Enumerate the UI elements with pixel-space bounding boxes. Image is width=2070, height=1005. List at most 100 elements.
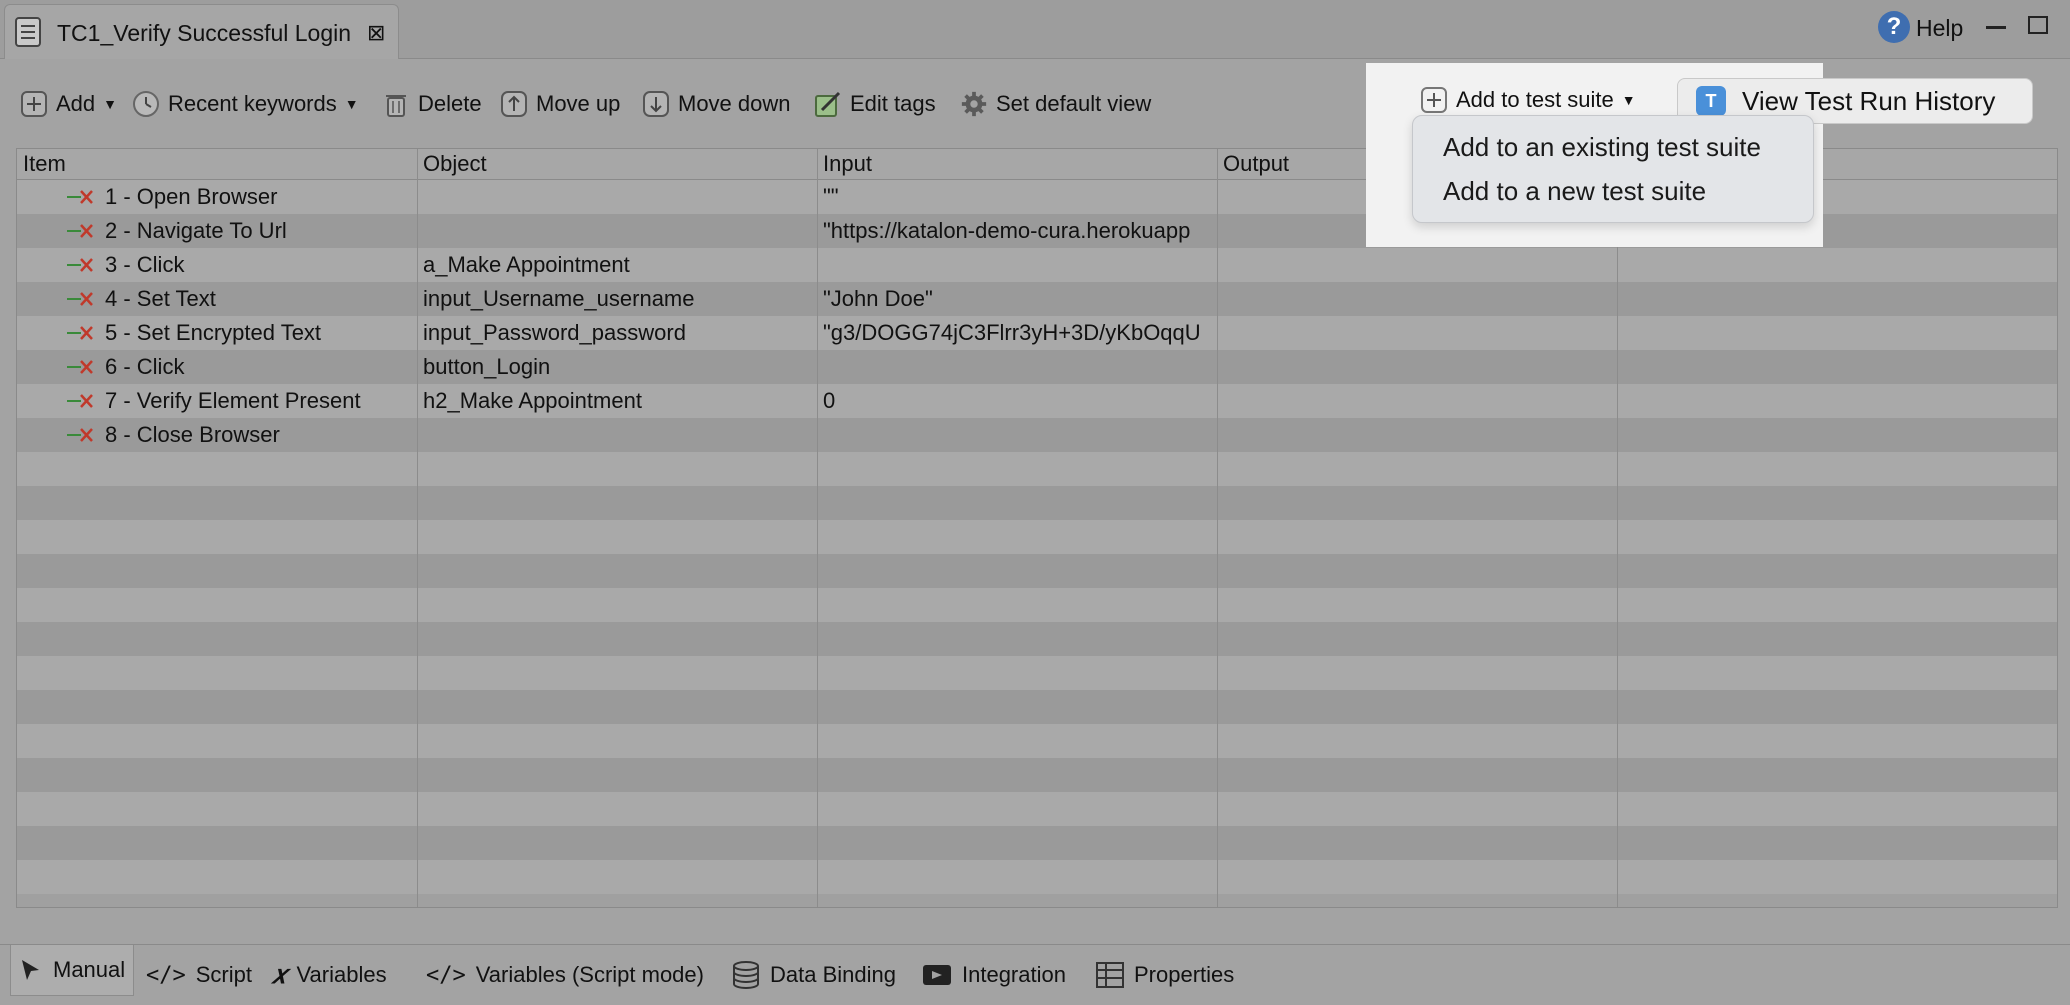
chevron-down-icon[interactable]: ▼ (1622, 92, 1636, 108)
test-case-icon (15, 17, 41, 47)
cell-item[interactable]: 2 - Navigate To Url (105, 218, 405, 244)
tab-variables-label: Variables (296, 962, 387, 987)
move-down-button[interactable]: Move down (642, 86, 791, 122)
set-default-view-button[interactable]: Set default view (960, 86, 1151, 122)
tab-title: TC1_Verify Successful Login (57, 20, 352, 46)
tab-variables[interactable]: 𝑥 Variables (272, 955, 387, 995)
help-button[interactable]: ? Help (1878, 11, 2038, 47)
empty-table-row (17, 622, 2057, 656)
tab-data-binding[interactable]: Data Binding (732, 955, 896, 995)
tab-bar: TC1_Verify Successful Login ⊠ ? Help (0, 0, 2070, 59)
step-disabled-icon (67, 258, 93, 272)
step-disabled-icon (67, 360, 93, 374)
tab-manual-label: Manual (53, 957, 126, 982)
menu-item-existing-suite[interactable]: Add to an existing test suite (1443, 132, 1761, 163)
cell-item[interactable]: 6 - Click (105, 354, 405, 380)
empty-table-row (17, 486, 2057, 520)
tab-integration[interactable]: Integration (922, 955, 1066, 995)
empty-table-row (17, 554, 2057, 588)
step-disabled-icon (67, 326, 93, 340)
table-row[interactable]: 7 - Verify Element Present h2_Make Appoin… (17, 384, 2057, 418)
add-to-test-suite-button[interactable]: Add to test suite ▼ (1420, 86, 1636, 114)
column-divider (817, 149, 818, 907)
table-grid-icon (1096, 962, 1124, 988)
add-label: Add (56, 91, 96, 116)
table-row[interactable]: 6 - Click button_Login (17, 350, 2057, 384)
cell-item[interactable]: 3 - Click (105, 252, 405, 278)
step-disabled-icon (67, 292, 93, 306)
table-row[interactable]: 4 - Set Text input_Username_username "John… (17, 282, 2057, 316)
empty-table-row (17, 724, 2057, 758)
step-disabled-icon (67, 428, 93, 442)
code-icon: </> (146, 962, 186, 988)
cell-item[interactable]: 7 - Verify Element Present (105, 388, 405, 414)
column-divider (1617, 149, 1618, 907)
menu-item-new-suite[interactable]: Add to a new test suite (1443, 176, 1706, 207)
table-row[interactable]: 3 - Click a_Make Appointment (17, 248, 2057, 282)
cell-item[interactable]: 1 - Open Browser (105, 184, 405, 210)
cursor-icon (19, 958, 43, 982)
recent-keywords-button[interactable]: Recent keywords ▼ (132, 86, 359, 122)
empty-table-row (17, 792, 2057, 826)
column-header-output[interactable]: Output (1223, 151, 1289, 177)
cell-object[interactable]: input_Password_password (423, 320, 813, 346)
tab-variables-script-mode[interactable]: </> Variables (Script mode) (426, 955, 704, 995)
cell-input[interactable]: "https://katalon-demo-cura.herokuapp (823, 218, 1213, 244)
cell-input[interactable]: 0 (823, 388, 1213, 414)
cell-input[interactable]: "" (823, 184, 1213, 210)
column-header-input[interactable]: Input (823, 151, 872, 177)
empty-table-row (17, 758, 2057, 792)
tab-properties-label: Properties (1134, 962, 1235, 987)
move-up-button[interactable]: Move up (500, 86, 620, 122)
empty-table-row (17, 452, 2057, 486)
tab-manual[interactable]: Manual (10, 945, 135, 996)
table-row[interactable]: 8 - Close Browser (17, 418, 2057, 452)
empty-table-row (17, 690, 2057, 724)
help-label: Help (1916, 15, 1964, 41)
table-row[interactable]: 5 - Set Encrypted Text input_Password_pas… (17, 316, 2057, 350)
tab-properties[interactable]: Properties (1096, 955, 1234, 995)
database-icon (732, 960, 760, 990)
chevron-down-icon[interactable]: ▼ (345, 96, 359, 112)
cell-item[interactable]: 5 - Set Encrypted Text (105, 320, 405, 346)
cell-input[interactable]: "John Doe" (823, 286, 1213, 312)
minimize-icon[interactable] (1986, 14, 2006, 29)
empty-table-row (17, 656, 2057, 690)
add-button[interactable]: Add ▼ (20, 86, 117, 122)
cell-object[interactable]: h2_Make Appointment (423, 388, 813, 414)
tab-data-binding-label: Data Binding (770, 962, 896, 987)
tab-integration-label: Integration (962, 962, 1066, 987)
tab-script[interactable]: </> Script (146, 955, 252, 995)
code-icon: </> (426, 962, 466, 988)
column-header-item[interactable]: Item (23, 151, 66, 177)
cell-object[interactable]: button_Login (423, 354, 813, 380)
variable-x-icon: 𝑥 (272, 959, 287, 989)
cell-item[interactable]: 4 - Set Text (105, 286, 405, 312)
test-steps-table: Item Object Input Output 1 - Open Browse… (16, 148, 2058, 908)
plus-icon (20, 90, 48, 118)
cell-input[interactable]: "g3/DOGG74jC3Flrr3yH+3D/yKbOqqU (823, 320, 1213, 346)
trash-icon (382, 90, 410, 118)
cell-object[interactable]: input_Username_username (423, 286, 813, 312)
chevron-down-icon[interactable]: ▼ (103, 96, 117, 112)
column-divider (417, 149, 418, 907)
tab-script-label: Script (195, 962, 252, 987)
add-to-test-suite-label: Add to test suite (1456, 87, 1614, 112)
delete-button[interactable]: Delete (382, 86, 482, 122)
tab-variables-script-mode-label: Variables (Script mode) (475, 962, 704, 987)
move-down-label: Move down (678, 91, 791, 116)
view-test-run-history-label: View Test Run History (1742, 85, 1996, 116)
edit-tags-button[interactable]: Edit tags (814, 86, 936, 122)
cell-object[interactable]: a_Make Appointment (423, 252, 813, 278)
close-tab-icon[interactable]: ⊠ (367, 20, 385, 46)
maximize-icon[interactable] (2028, 16, 2048, 34)
empty-table-row (17, 860, 2057, 894)
delete-label: Delete (418, 91, 482, 116)
empty-table-row (17, 520, 2057, 554)
column-header-object[interactable]: Object (423, 151, 487, 177)
clock-icon (132, 90, 160, 118)
cell-item[interactable]: 8 - Close Browser (105, 422, 405, 448)
add-to-suite-dropdown-menu: Add to an existing test suite Add to a n… (1412, 115, 1814, 223)
test-case-tab[interactable]: TC1_Verify Successful Login ⊠ (4, 4, 399, 59)
integration-icon (922, 963, 952, 987)
